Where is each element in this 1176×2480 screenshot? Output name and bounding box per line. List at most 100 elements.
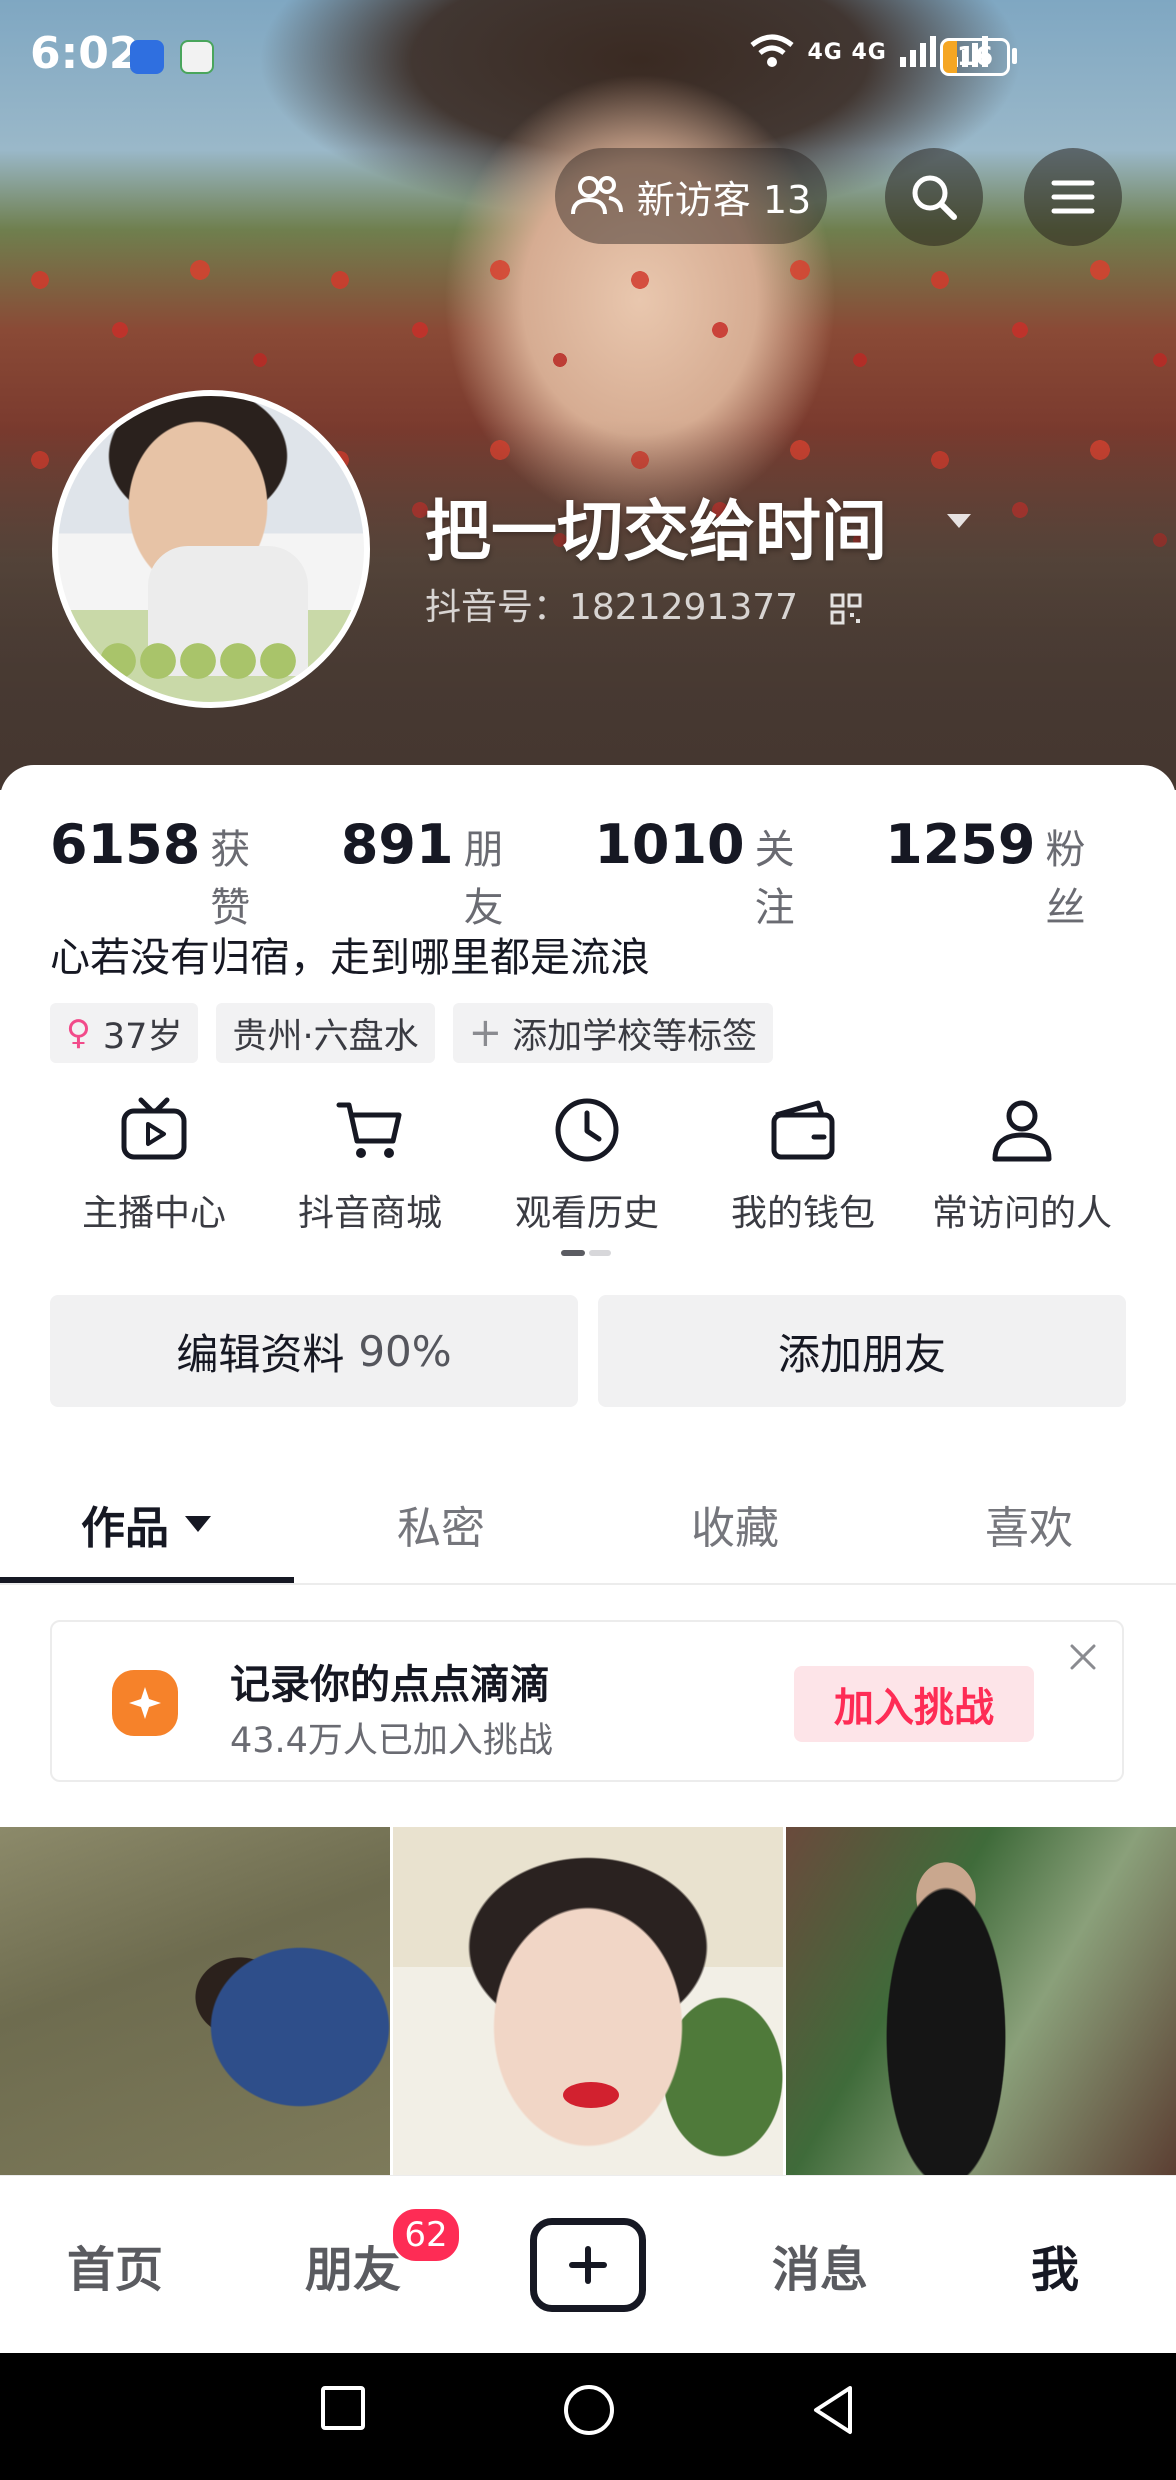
stat-followers[interactable]: 1259 粉丝 (885, 813, 1124, 933)
status-time: 6:02 (30, 28, 140, 79)
tab-private[interactable]: 私密 (294, 1465, 588, 1583)
cart-icon (336, 1102, 402, 1158)
nav-friends[interactable]: 朋友 (278, 2176, 428, 2354)
add-tag-label: 添加学校等标签 (512, 1016, 758, 1057)
douyin-id[interactable]: 抖音号：1821291377 (425, 578, 862, 630)
indicator-active (561, 1250, 585, 1256)
chevron-down-icon[interactable] (945, 512, 973, 530)
stat-likes-count: 6158 (50, 813, 201, 876)
create-button[interactable] (530, 2218, 646, 2312)
profile-card: 6158 获赞 891 朋友 1010 关注 1259 粉丝 心若没有归宿，走到… (0, 765, 1176, 2177)
tab-favorites[interactable]: 收藏 (588, 1465, 882, 1583)
recents-icon[interactable] (318, 2383, 368, 2433)
username[interactable]: 把一切交给时间 (425, 478, 887, 574)
tab-favorites-label: 收藏 (691, 1503, 779, 1554)
challenge-icon (112, 1670, 178, 1736)
visitors-icon (570, 176, 623, 215)
shortcut-frequent-visitors[interactable]: 常访问的人 (922, 1090, 1122, 1236)
friends-badge: 62 (390, 2206, 462, 2264)
bottom-nav: 首页 朋友 62 消息 我 (0, 2175, 1176, 2354)
thumbnail-detail (563, 2082, 619, 2108)
edit-profile-button[interactable]: 编辑资料 90% (50, 1295, 578, 1407)
app-notification-icon (130, 40, 164, 74)
stat-friends-count: 891 (340, 813, 454, 876)
status-bar: 6:02 4G 4G 16 (0, 0, 1176, 110)
tab-likes[interactable]: 喜欢 (882, 1465, 1176, 1583)
nav-me[interactable]: 我 (985, 2176, 1125, 2354)
douyin-id-text: 抖音号：1821291377 (425, 587, 799, 628)
shortcut-label: 观看历史 (514, 1193, 659, 1234)
stat-likes-label: 获赞 (210, 827, 251, 931)
shortcut-label: 常访问的人 (931, 1193, 1112, 1234)
wifi-icon (750, 34, 794, 67)
shortcut-label: 主播中心 (81, 1193, 226, 1234)
battery-icon: 16 (940, 38, 1010, 76)
stat-friends[interactable]: 891 朋友 (341, 813, 543, 933)
female-icon: ♀ (66, 1013, 91, 1053)
back-icon[interactable] (808, 2383, 858, 2437)
video-thumbnail[interactable] (393, 1827, 783, 2177)
content-tabs: 作品 私密 收藏 喜欢 (0, 1465, 1176, 1585)
stat-likes[interactable]: 6158 获赞 (50, 813, 289, 933)
nav-home[interactable]: 首页 (40, 2176, 190, 2354)
tab-works[interactable]: 作品 (0, 1465, 294, 1583)
avatar[interactable] (52, 390, 370, 708)
menu-button[interactable] (1024, 148, 1122, 246)
add-tag-button[interactable]: + 添加学校等标签 (452, 1003, 774, 1063)
stat-followers-label: 粉丝 (1045, 827, 1086, 931)
shortcut-wallet[interactable]: 我的钱包 (703, 1090, 903, 1236)
shortcut-page-indicator (561, 1250, 613, 1256)
active-tab-indicator (0, 1577, 294, 1583)
age-tag[interactable]: ♀ 37岁 (50, 1003, 199, 1063)
challenge-title: 记录你的点点滴滴 (230, 1662, 550, 1708)
video-thumbnail[interactable] (0, 1827, 390, 2177)
profile-stats: 6158 获赞 891 朋友 1010 关注 1259 粉丝 (50, 813, 1176, 933)
video-thumbnail[interactable] (786, 1827, 1176, 2177)
nav-messages[interactable]: 消息 (745, 2176, 895, 2354)
search-button[interactable] (885, 148, 983, 246)
home-app-notification-icon (180, 40, 214, 74)
profile-bio[interactable]: 心若没有归宿，走到哪里都是流浪 (50, 925, 650, 983)
tab-likes-label: 喜欢 (985, 1503, 1073, 1554)
stat-following-label: 关注 (754, 827, 795, 931)
new-visitors-button[interactable]: 新访客 13 (555, 148, 827, 244)
indicator-inactive (589, 1250, 611, 1256)
age-tag-label: 37岁 (102, 1016, 183, 1057)
wallet-icon (771, 1100, 835, 1160)
person-icon (992, 1100, 1052, 1162)
edit-profile-label: 编辑资料 (176, 1329, 345, 1379)
shortcut-label: 抖音商城 (297, 1193, 442, 1234)
challenge-banner[interactable]: 记录你的点点滴滴 43.4万人已加入挑战 加入挑战 (50, 1620, 1124, 1782)
challenge-subtitle: 43.4万人已加入挑战 (230, 1721, 553, 1761)
visitors-label: 新访客 13 (636, 177, 812, 222)
location-tag-label: 贵州·六盘水 (232, 1016, 419, 1057)
shortcut-watch-history[interactable]: 观看历史 (487, 1090, 687, 1236)
location-tag[interactable]: 贵州·六盘水 (216, 1003, 435, 1063)
shortcut-label: 我的钱包 (730, 1193, 875, 1234)
avatar-fruit (98, 626, 298, 696)
clock-icon (555, 1098, 619, 1162)
home-icon[interactable] (562, 2383, 616, 2437)
close-icon[interactable] (1068, 1642, 1098, 1672)
caret-down-icon (185, 1516, 211, 1532)
stat-followers-count: 1259 (885, 813, 1036, 876)
join-challenge-button[interactable]: 加入挑战 (794, 1666, 1034, 1742)
tab-works-label: 作品 (81, 1503, 169, 1554)
stat-following[interactable]: 1010 关注 (594, 813, 833, 933)
shortcut-streamer-center[interactable]: 主播中心 (54, 1090, 254, 1236)
shortcut-row: 主播中心 抖音商城 观看历史 我的钱包 常访问的人 (0, 1090, 1176, 1260)
qr-code-icon (830, 593, 861, 625)
profile-completion: 90% (358, 1326, 452, 1376)
stat-friends-label: 朋友 (463, 827, 504, 931)
hamburger-menu-icon (1051, 180, 1095, 214)
search-icon (912, 175, 957, 220)
video-grid (0, 1827, 1176, 2177)
add-friend-button[interactable]: 添加朋友 (598, 1295, 1126, 1407)
shortcut-mall[interactable]: 抖音商城 (270, 1090, 470, 1236)
plus-icon: + (468, 1010, 503, 1056)
battery-tip (1012, 48, 1017, 64)
tv-icon (121, 1097, 187, 1160)
system-navigation-bar (0, 2353, 1176, 2480)
cell-signal-icon (900, 35, 937, 67)
plus-icon (569, 2246, 607, 2284)
